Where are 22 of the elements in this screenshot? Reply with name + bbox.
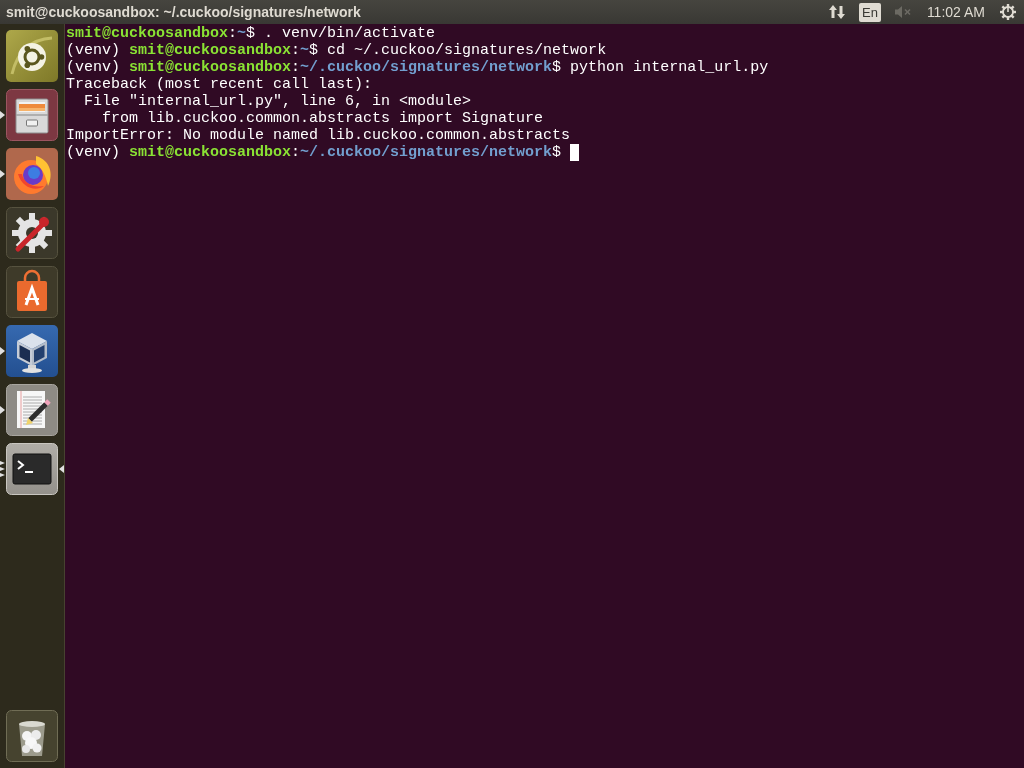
terminal-line: (venv) smit@cuckoosandbox:~$ cd ~/.cuckoo/signatures/network [66, 42, 607, 59]
trash-icon[interactable] [6, 710, 58, 762]
terminal-line: from lib.cuckoo.common.abstracts import Signature [101, 110, 544, 127]
power-gear-icon[interactable] [1000, 4, 1016, 20]
terminal-line: File "internal_url.py", line 6, in <module> [83, 93, 472, 110]
shopping-bag-icon[interactable] [6, 266, 58, 318]
terminal-line: Traceback (most recent call last): [66, 76, 373, 93]
window-title: smit@cuckoosandbox: ~/.cuckoo/signatures/network [6, 4, 362, 20]
terminal-line: ImportError: No module named lib.cuckoo.common.abstracts [66, 127, 571, 144]
gear-wrench-icon[interactable] [6, 207, 58, 259]
file-cabinet-icon[interactable] [6, 89, 58, 141]
cube-icon[interactable] [6, 325, 58, 377]
keyboard-layout-indicator[interactable]: En [858, 2, 881, 22]
network-arrows-icon[interactable] [828, 4, 845, 20]
clock-text[interactable]: 11:02 AM [926, 4, 985, 20]
circle-logo-icon[interactable] [6, 30, 58, 82]
globe-icon[interactable] [6, 148, 58, 200]
terminal-line: (venv) smit@cuckoosandbox:~/.cuckoo/signatures/network$ [66, 144, 563, 161]
notepad-pencil-icon[interactable] [6, 384, 58, 436]
terminal-line: smit@cuckoosandbox:~$ . venv/bin/activate [66, 25, 436, 42]
terminal-line: (venv) smit@cuckoosandbox:~/.cuckoo/signatures/network$ python internal_url.py [66, 59, 769, 76]
terminal-icon[interactable] [6, 443, 58, 495]
